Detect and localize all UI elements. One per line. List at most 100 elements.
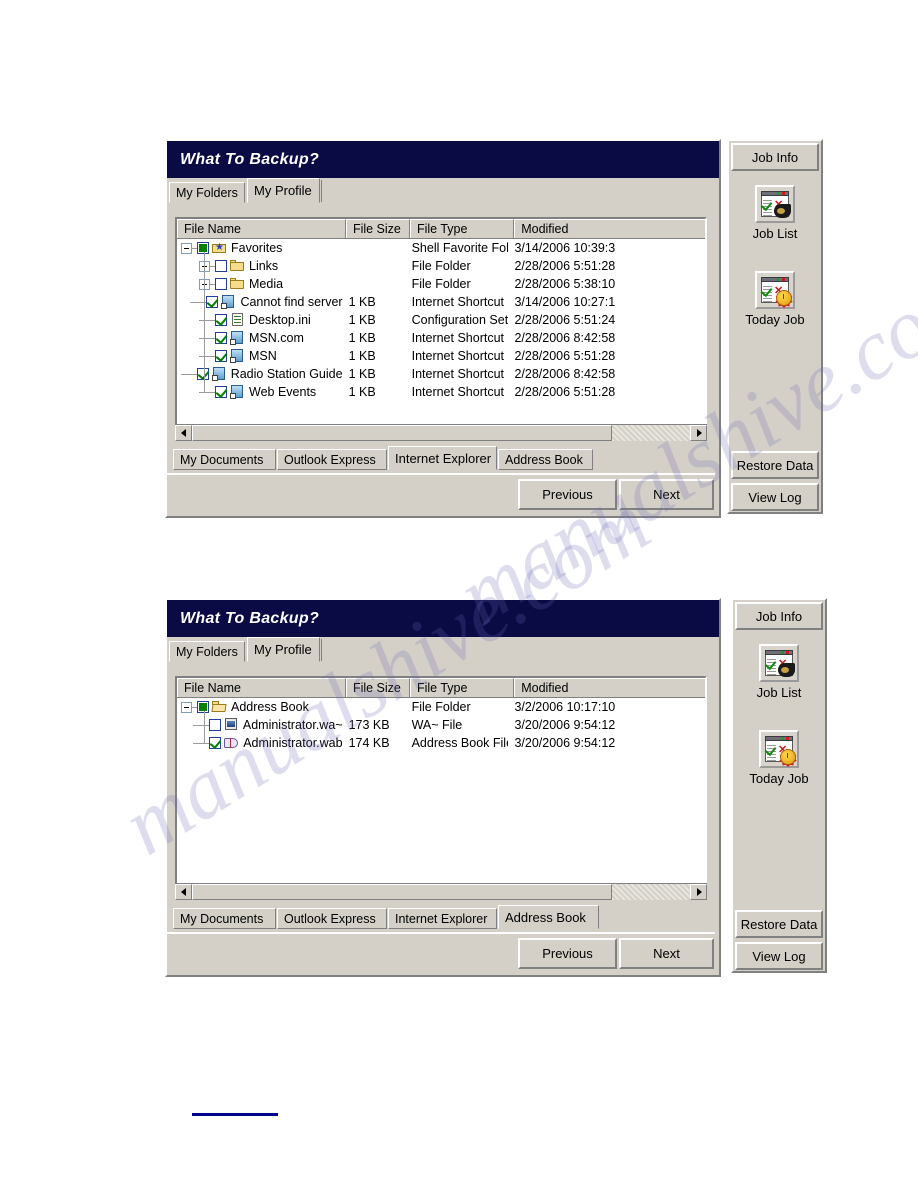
file-name-cell: Media (177, 275, 343, 293)
category-tab-outlook-express[interactable]: Outlook Express (277, 449, 387, 470)
sidebar-job-info-button-1[interactable]: Job Info (731, 143, 819, 171)
row-checkbox[interactable] (197, 701, 209, 713)
panel1-top-tabstrip: My Folders My Profile (167, 178, 719, 204)
category-tab-internet-explorer[interactable]: Internet Explorer (388, 446, 497, 470)
table-row[interactable]: Administrator.wab 174 KB Address Book File… (177, 734, 705, 752)
scrollbar-thumb[interactable] (192, 425, 612, 441)
sidebar-job-list-item-2[interactable]: ✕ Job List (733, 644, 825, 700)
panel2-footer: Previous Next (167, 932, 715, 971)
next-button[interactable]: Next (619, 479, 714, 510)
modified-cell: 2/28/2006 8:42:58 (514, 331, 616, 345)
scrollbar-track-2[interactable] (612, 884, 690, 900)
panel2-category-tabs: My Documents Outlook Express Internet Ex… (173, 905, 713, 931)
category-tab-outlook-express-2[interactable]: Outlook Express (277, 908, 387, 929)
file-name-cell: Radio Station Guide (177, 365, 343, 383)
scrollbar-track[interactable] (612, 425, 690, 441)
sidebar-panel-2: Job Info ✕ Job List ✕ Today Job (731, 598, 827, 973)
panel1-horizontal-scrollbar[interactable] (175, 424, 707, 442)
tree-vertical-line (204, 711, 205, 743)
table-row[interactable]: Cannot find server 1 KB Internet Shortcut 3… (177, 293, 705, 311)
backup-wizard-panel-1: What To Backup? My Folders My Profile Fi… (165, 139, 721, 518)
row-checkbox[interactable] (197, 242, 209, 254)
panel2-file-list[interactable]: File Name File Size File Type Modified A… (175, 676, 707, 901)
row-checkbox[interactable] (215, 314, 227, 326)
table-row[interactable]: MSN.com 1 KB Internet Shortcut 2/28/2006 8:… (177, 329, 705, 347)
panel1-title-bar: What To Backup? (167, 141, 719, 178)
category-tab-my-documents-label-2: My Documents (180, 912, 264, 926)
scrollbar-thumb-2[interactable] (192, 884, 612, 900)
sidebar-today-job-item-1[interactable]: ✕ Today Job (729, 271, 821, 327)
tab-my-profile[interactable]: My Profile (247, 178, 320, 203)
row-checkbox[interactable] (196, 368, 209, 380)
table-row[interactable]: Media File Folder 2/28/2006 5:38:10 (177, 275, 705, 293)
scroll-right-button-2[interactable] (690, 884, 707, 900)
sidebar-restore-data-button-2[interactable]: Restore Data (735, 910, 823, 938)
category-tab-address-book[interactable]: Address Book (498, 449, 593, 470)
next-button-label-2: Next (653, 946, 680, 961)
row-checkbox[interactable] (215, 278, 227, 290)
category-tab-my-documents[interactable]: My Documents (173, 449, 276, 470)
tab-my-folders-label-2: My Folders (176, 645, 238, 659)
category-tab-my-documents-2[interactable]: My Documents (173, 908, 276, 929)
file-size-cell: 1 KB (348, 295, 376, 309)
table-row[interactable]: Administrator.wa~ 173 KB WA~ File 3/20/2006… (177, 716, 705, 734)
file-type-cell: Internet Shortcut (411, 331, 505, 345)
job-list-icon-green-dot (777, 192, 780, 195)
column-file-type[interactable]: File Type (409, 219, 515, 238)
scroll-left-button-2[interactable] (175, 884, 192, 900)
column-file-name[interactable]: File Name (177, 219, 346, 238)
sidebar-job-list-item-1[interactable]: ✕ Job List (729, 185, 821, 241)
table-row[interactable]: Links File Folder 2/28/2006 5:51:28 (177, 257, 705, 275)
column-file-name-2[interactable]: File Name (177, 678, 346, 697)
row-checkbox[interactable] (215, 386, 227, 398)
previous-button-2[interactable]: Previous (518, 938, 617, 969)
column-file-size-2[interactable]: File Size (345, 678, 410, 697)
category-tab-address-book-2[interactable]: Address Book (498, 905, 599, 929)
row-checkbox[interactable] (215, 350, 227, 362)
column-modified[interactable]: Modified (514, 219, 705, 238)
table-row[interactable]: Favorites Shell Favorite Fol... 3/14/2006 … (177, 239, 705, 257)
table-row[interactable]: Address Book File Folder 3/2/2006 10:17:10 (177, 698, 705, 716)
panel2-horizontal-scrollbar[interactable] (175, 883, 707, 901)
file-type-cell: Address Book File (411, 736, 509, 750)
collapse-icon[interactable] (181, 242, 192, 254)
file-name-label: Radio Station Guide (230, 367, 343, 381)
file-type-cell: File Folder (411, 700, 471, 714)
tab-my-folders[interactable]: My Folders (169, 182, 245, 203)
panel1-file-list[interactable]: File Name File Size File Type Modified F… (175, 217, 707, 442)
category-tab-internet-explorer-2[interactable]: Internet Explorer (388, 908, 497, 929)
category-tab-internet-explorer-label-2: Internet Explorer (395, 912, 488, 926)
tab-my-profile-2[interactable]: My Profile (247, 637, 320, 662)
sidebar-view-log-button-1[interactable]: View Log (731, 483, 819, 511)
table-row[interactable]: Radio Station Guide 1 KB Internet Shortcut… (177, 365, 705, 383)
previous-button[interactable]: Previous (518, 479, 617, 510)
sidebar-view-log-button-2[interactable]: View Log (735, 942, 823, 970)
favorites-folder-icon (212, 241, 227, 255)
table-row[interactable]: Desktop.ini 1 KB Configuration Sett... 2/28… (177, 311, 705, 329)
column-file-type-2[interactable]: File Type (409, 678, 515, 697)
scroll-right-button[interactable] (690, 425, 707, 441)
row-checkbox[interactable] (209, 737, 222, 749)
file-name-label: Address Book (231, 700, 309, 714)
file-type-cell: Shell Favorite Fol... (411, 241, 509, 255)
table-row[interactable]: Web Events 1 KB Internet Shortcut 2/28/2006… (177, 383, 705, 401)
row-checkbox[interactable] (208, 719, 221, 731)
next-button-2[interactable]: Next (619, 938, 714, 969)
collapse-icon[interactable] (181, 701, 192, 713)
row-checkbox[interactable] (215, 260, 227, 272)
category-tab-outlook-express-label: Outlook Express (284, 453, 376, 467)
tab-my-folders-2[interactable]: My Folders (169, 641, 245, 662)
sidebar-job-info-button-2[interactable]: Job Info (735, 602, 823, 630)
scroll-left-button[interactable] (175, 425, 192, 441)
sidebar-today-job-item-2[interactable]: ✕ Today Job (733, 730, 825, 786)
row-checkbox[interactable] (206, 296, 219, 308)
row-checkbox[interactable] (215, 332, 227, 344)
sidebar-restore-data-button-1[interactable]: Restore Data (731, 451, 819, 479)
column-modified-2[interactable]: Modified (514, 678, 705, 697)
column-file-size[interactable]: File Size (345, 219, 410, 238)
table-row[interactable]: MSN 1 KB Internet Shortcut 2/28/2006 5:51:2… (177, 347, 705, 365)
